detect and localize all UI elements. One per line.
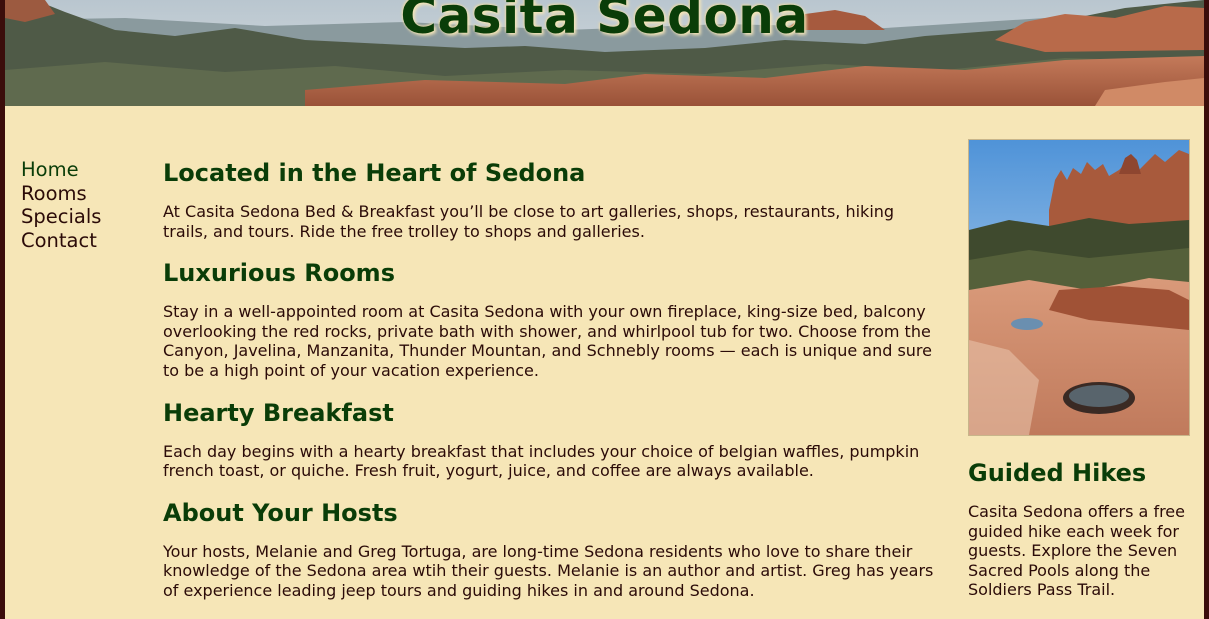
section-text: Stay in a well-appointed room at Casita … — [163, 302, 932, 380]
nav-item-rooms[interactable]: Rooms — [21, 182, 151, 206]
section-heading: About Your Hosts — [163, 498, 398, 527]
page-wrapper: Casita Sedona Home Rooms Specials Contac… — [5, 0, 1204, 619]
sidebar-text: Casita Sedona offers a free guided hike … — [968, 502, 1185, 600]
section-heading: Hearty Breakfast — [163, 398, 394, 427]
section-location: Located in the Heart of Sedona At Casita… — [163, 158, 943, 241]
section-text: At Casita Sedona Bed & Breakfast you’ll … — [163, 202, 895, 241]
section-hosts: About Your Hosts Your hosts, Melanie and… — [163, 498, 943, 601]
site-title: Casita Sedona — [400, 0, 809, 45]
sidebar-heading: Guided Hikes — [968, 459, 1147, 487]
sedona-pools-photo — [968, 139, 1190, 436]
section-heading: Luxurious Rooms — [163, 259, 395, 288]
section-breakfast: Hearty Breakfast Each day begins with a … — [163, 398, 943, 481]
main-content: Located in the Heart of Sedona At Casita… — [163, 150, 943, 618]
nav-link-home[interactable]: Home — [21, 158, 79, 181]
section-rooms: Luxurious Rooms Stay in a well-appointed… — [163, 258, 943, 380]
nav-item-specials[interactable]: Specials — [21, 205, 151, 229]
nav-item-home[interactable]: Home — [21, 158, 151, 182]
nav-item-contact[interactable]: Contact — [21, 229, 151, 253]
sidebar: Guided Hikes Casita Sedona offers a free… — [968, 139, 1190, 600]
nav-link-contact[interactable]: Contact — [21, 229, 97, 252]
main-nav: Home Rooms Specials Contact — [21, 158, 151, 252]
section-text: Each day begins with a hearty breakfast … — [163, 441, 920, 481]
nav-link-rooms[interactable]: Rooms — [21, 182, 87, 205]
section-text: Your hosts, Melanie and Greg Tortuga, ar… — [163, 541, 934, 600]
nav-link-specials[interactable]: Specials — [21, 205, 101, 228]
site-header: Casita Sedona — [5, 0, 1204, 106]
section-heading: Located in the Heart of Sedona — [163, 159, 586, 187]
